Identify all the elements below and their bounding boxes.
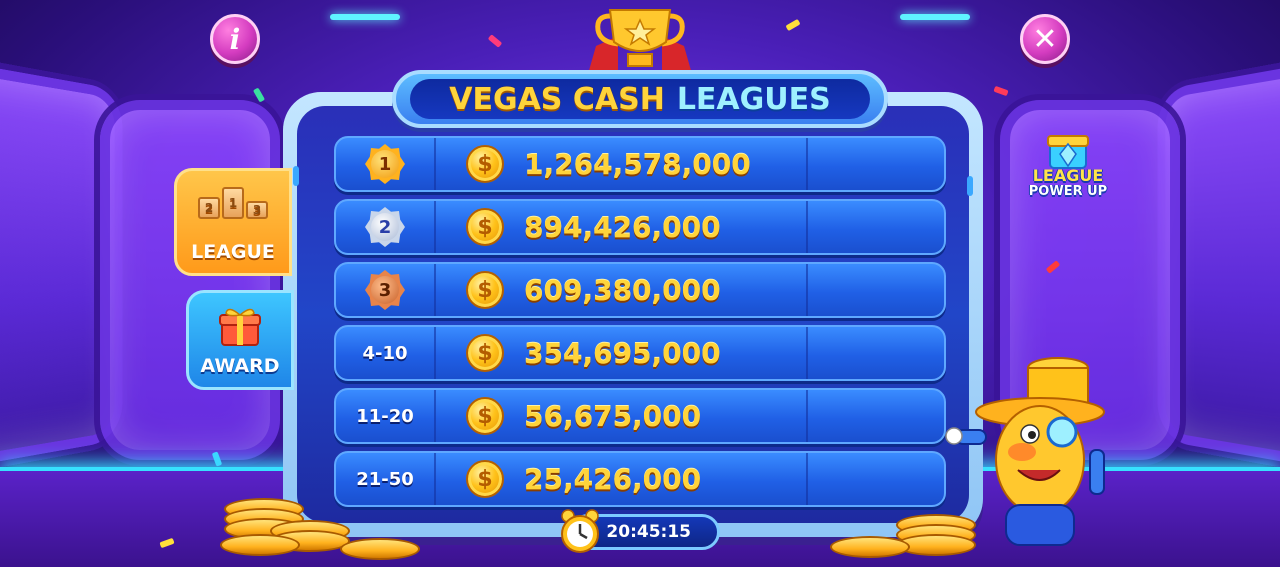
tab-award-label: AWARD (200, 355, 280, 377)
alarm-clock-icon (561, 509, 599, 553)
league-powerup-button[interactable]: LEAGUE POWER UP (1018, 128, 1118, 218)
title-text-primary: VEGAS CASH (449, 81, 665, 117)
reward-amount: 609,380,000 (524, 273, 721, 307)
title-banner: VEGAS CASH LEAGUES (392, 70, 888, 128)
mascot-character (945, 357, 1105, 546)
rank-reward-list: 1 $1,264,578,000 2 $894,426,000 3 $609,380,00… (334, 136, 946, 507)
ceiling-light (900, 14, 970, 20)
rank-range: 21-50 (356, 468, 414, 490)
coin-stack (220, 490, 420, 567)
rank-row: 4-10 $354,695,000 (334, 325, 946, 381)
tab-league-label: LEAGUE (191, 241, 275, 263)
reward-amount: 894,426,000 (524, 210, 721, 244)
reward-amount: 25,426,000 (524, 462, 702, 496)
close-icon: ✕ (1032, 21, 1058, 57)
row-divider (806, 453, 808, 505)
reward-amount: 1,264,578,000 (524, 147, 751, 181)
podium-step: 1 (222, 187, 244, 219)
confetti (785, 18, 801, 32)
rank-cell: 4-10 (336, 327, 436, 379)
close-button[interactable]: ✕ (1020, 14, 1070, 64)
podium-icon: 2 1 3 (198, 187, 268, 219)
rank-number: 2 (371, 213, 399, 241)
row-divider (806, 201, 808, 253)
bg-window-left-inner (100, 100, 280, 460)
rank-range: 11-20 (356, 405, 414, 427)
panel-notch (293, 166, 299, 186)
title-text-secondary: LEAGUES (676, 81, 831, 117)
row-divider (806, 138, 808, 190)
rank-row: 3 $609,380,000 (334, 262, 946, 318)
rank-cell: 11-20 (336, 390, 436, 442)
powerup-label-line2: POWER UP (1028, 184, 1108, 199)
rank-row: 2 $894,426,000 (334, 199, 946, 255)
podium-step: 2 (198, 197, 220, 219)
reward-amount: 56,675,000 (524, 399, 702, 433)
coin-icon: $ (466, 271, 504, 309)
rank-row: 11-20 $56,675,000 (334, 388, 946, 444)
row-divider (806, 327, 808, 379)
coin-icon: $ (466, 334, 504, 372)
rank-medal-icon: 1 (365, 144, 405, 184)
coin-icon: $ (466, 397, 504, 435)
trophy-icon (588, 9, 692, 74)
coin-icon: $ (466, 145, 504, 183)
coin-icon: $ (466, 460, 504, 498)
timer-value: 20:45:15 (606, 522, 691, 542)
row-divider (806, 264, 808, 316)
coin-icon: $ (466, 208, 504, 246)
rank-medal-icon: 2 (365, 207, 405, 247)
confetti (487, 34, 503, 48)
powerup-gift-icon (1047, 135, 1089, 169)
rank-medal-icon: 3 (365, 270, 405, 310)
rank-cell: 1 (336, 138, 436, 190)
powerup-label: LEAGUE POWER UP (1029, 168, 1107, 200)
rank-cell: 2 (336, 201, 436, 253)
tab-award[interactable]: AWARD (186, 290, 294, 390)
gift-icon (219, 308, 261, 346)
reward-amount: 354,695,000 (524, 336, 721, 370)
rank-cell: 3 (336, 264, 436, 316)
rank-row: 21-50 $25,426,000 (334, 451, 946, 507)
info-button[interactable]: i (210, 14, 260, 64)
title-banner-inner: VEGAS CASH LEAGUES (410, 79, 870, 119)
ceiling-light (330, 14, 400, 20)
info-icon: i (229, 22, 241, 56)
row-divider (806, 390, 808, 442)
rank-number: 3 (371, 276, 399, 304)
rank-range: 4-10 (362, 342, 408, 364)
confetti (993, 85, 1009, 97)
panel-notch (967, 176, 973, 196)
rank-number: 1 (371, 150, 399, 178)
podium-step: 3 (246, 201, 268, 219)
rank-row: 1 $1,264,578,000 (334, 136, 946, 192)
confetti (252, 87, 266, 103)
tab-league[interactable]: 2 1 3 LEAGUE (174, 168, 292, 276)
